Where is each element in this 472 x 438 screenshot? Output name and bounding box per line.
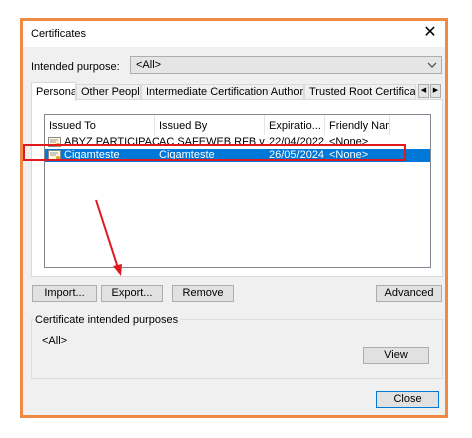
tab-label: Personal — [36, 86, 76, 98]
tab-personal[interactable]: Personal — [31, 82, 76, 101]
annotation-arrow-icon — [95, 199, 122, 276]
